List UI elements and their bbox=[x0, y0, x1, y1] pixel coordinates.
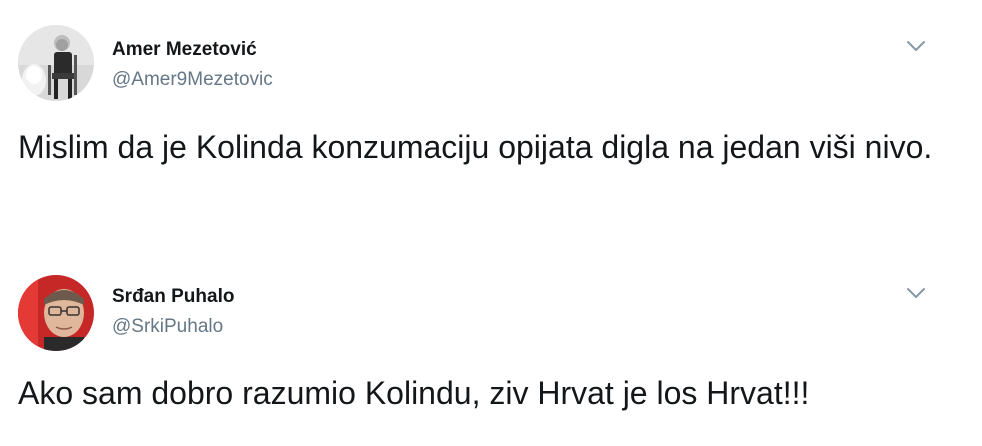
tweet-menu-button[interactable] bbox=[904, 285, 928, 301]
author-name[interactable]: Srđan Puhalo bbox=[112, 286, 234, 308]
tweet-feed: Amer Mezetović @Amer9Mezetovic Mislim da… bbox=[0, 0, 982, 446]
chevron-down-icon bbox=[907, 41, 925, 51]
tweet: Amer Mezetović @Amer9Mezetovic Mislim da… bbox=[0, 0, 982, 240]
chevron-down-icon bbox=[907, 288, 925, 298]
author-handle[interactable]: @SrkiPuhalo bbox=[112, 316, 223, 338]
author-name[interactable]: Amer Mezetović bbox=[112, 39, 257, 61]
tweet-text: Ako sam dobro razumio Kolindu, ziv Hrvat… bbox=[18, 375, 810, 411]
tweet: Srđan Puhalo @SrkiPuhalo Ako sam dobro r… bbox=[0, 258, 982, 446]
avatar[interactable] bbox=[18, 275, 94, 351]
tweet-text: Mislim da je Kolinda konzumaciju opijata… bbox=[18, 129, 933, 165]
tweet-menu-button[interactable] bbox=[904, 38, 928, 54]
avatar-photo-icon bbox=[18, 275, 94, 351]
avatar[interactable] bbox=[18, 25, 94, 101]
avatar-photo-icon bbox=[18, 25, 94, 101]
author-handle[interactable]: @Amer9Mezetovic bbox=[112, 69, 273, 91]
